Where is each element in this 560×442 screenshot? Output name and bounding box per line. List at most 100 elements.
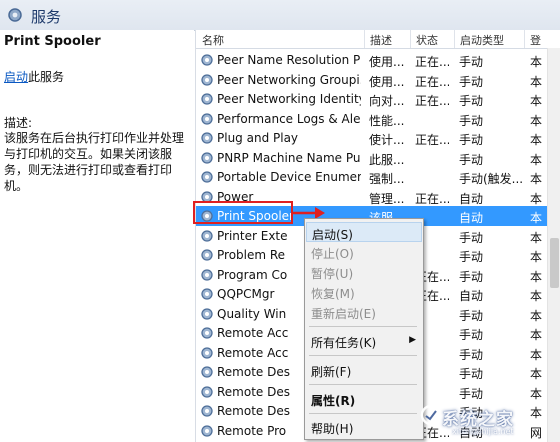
service-startup-type: 手动: [459, 367, 484, 381]
scroll-thumb[interactable]: [550, 238, 559, 288]
service-gear-icon: [201, 307, 213, 320]
service-logon: 本: [530, 289, 543, 303]
service-gear-icon: [201, 171, 213, 183]
service-logon: 本: [530, 250, 543, 264]
start-service-line: 启动此服务: [4, 68, 64, 85]
service-logon: 本: [530, 113, 543, 128]
column-header-startup-type[interactable]: 启动类型: [460, 32, 504, 48]
menu-item-stop[interactable]: 停止(O): [306, 242, 422, 262]
service-description: 向对...: [369, 94, 405, 108]
menu-separator: [309, 326, 417, 327]
menu-item-properties[interactable]: 属性(R): [306, 389, 422, 409]
service-logon: 本: [530, 152, 543, 167]
description-label: 描述:: [4, 116, 33, 130]
service-logon: 本: [530, 308, 543, 323]
service-startup-type: 手动: [459, 113, 484, 128]
service-gear-icon: [201, 54, 213, 66]
service-startup-type: 手动: [459, 55, 484, 69]
service-row[interactable]: Peer Name Resolution Pr... 使用... 正在... 手动 本: [196, 50, 548, 70]
service-status: 正在...: [415, 133, 449, 147]
menu-separator: [309, 355, 417, 356]
service-logon: 本: [530, 172, 543, 186]
column-header-status[interactable]: 状态: [416, 32, 438, 48]
service-gear-icon: [201, 288, 213, 300]
service-gear-icon: [201, 405, 213, 417]
service-startup-type: 手动: [459, 230, 484, 245]
service-gear-icon: [201, 346, 213, 359]
service-gear-icon: [201, 73, 213, 86]
submenu-arrow-icon: ▶: [409, 335, 416, 345]
service-description: 性能...: [369, 113, 405, 128]
service-logon: 本: [530, 328, 543, 342]
service-logon: 本: [530, 230, 543, 245]
service-description: 使用...: [369, 74, 405, 89]
menu-separator: [309, 384, 417, 385]
service-gear-icon: [201, 327, 213, 339]
service-row[interactable]: Plug and Play 使计... 正在... 手动 本: [196, 128, 548, 148]
menu-item-resume[interactable]: 恢复(M): [306, 282, 422, 302]
service-detail-pane: Print Spooler 启动此服务 描述: 该服务在后台执行打印作业并处理与…: [0, 30, 194, 442]
service-logon: 本: [530, 211, 543, 225]
service-row[interactable]: Peer Networking Groupi... 使用... 正在... 手动 本: [196, 70, 548, 90]
service-description: 强制...: [369, 172, 405, 186]
list-header: 名称 ^ 描述 状态 启动类型 登: [196, 30, 560, 49]
services-gear-icon: [8, 8, 22, 22]
service-gear-icon: [201, 249, 213, 261]
menu-item-refresh[interactable]: 刷新(F): [306, 360, 422, 380]
service-gear-icon: [201, 229, 213, 242]
service-gear-icon: [201, 151, 213, 164]
service-name: Plug and Play: [217, 131, 299, 145]
menu-item-all-tasks[interactable]: 所有任务(K) ▶: [306, 331, 422, 351]
context-menu: 启动(S) 停止(O) 暂停(U) 恢复(M) 重新启动(E) 所有任务(K) ▶…: [304, 218, 424, 440]
service-row[interactable]: Portable Device Enumera... 强制... 手动(触发... 本: [196, 167, 548, 187]
service-description: 使计...: [369, 133, 405, 147]
service-row[interactable]: Peer Networking Identity... 向对... 正在... 手动 本: [196, 89, 548, 109]
description-text: 该服务在后台执行打印作业并处理与打印机的交互。如果关闭该服务，则无法进行打印或查…: [4, 131, 185, 193]
service-logon: 本: [530, 94, 543, 108]
service-startup-type: 手动: [459, 328, 484, 342]
service-name: Portable Device Enumera...: [217, 170, 361, 184]
menu-separator: [309, 413, 417, 414]
start-service-suffix: 此服务: [28, 70, 65, 84]
menu-item-restart[interactable]: 重新启动(E): [306, 302, 422, 322]
service-gear-icon: [201, 385, 213, 398]
window-title-bar: 服务: [0, 0, 560, 31]
watermark-url: xitongzhijia.net: [452, 427, 514, 436]
service-startup-type: 手动: [459, 308, 484, 323]
column-header-name[interactable]: 名称: [202, 32, 224, 48]
service-logon: 本: [530, 367, 543, 381]
column-header-logon[interactable]: 登: [530, 32, 541, 48]
service-startup-type: 手动: [459, 152, 484, 167]
service-logon: 本: [530, 74, 543, 89]
service-name: PNRP Machine Name Pu...: [217, 150, 361, 165]
service-gear-icon: [201, 132, 213, 144]
service-startup-type: 手动: [459, 347, 484, 362]
service-status: 正在...: [415, 94, 449, 108]
service-startup-type: 手动: [459, 74, 484, 89]
watermark: 系统之家 xitongzhijia.net: [418, 396, 558, 440]
service-description: 此服...: [369, 152, 405, 167]
service-status: 正在...: [415, 191, 449, 206]
service-name: Peer Name Resolution Pr...: [217, 53, 361, 67]
service-startup-type: 手动: [459, 269, 484, 284]
menu-item-start[interactable]: 启动(S): [306, 222, 422, 242]
service-startup-type: 自动: [459, 211, 484, 225]
service-name: Peer Networking Groupi...: [217, 72, 361, 87]
vertical-scrollbar[interactable]: [547, 48, 560, 442]
start-service-link[interactable]: 启动: [4, 70, 28, 84]
service-status: 正在...: [415, 55, 449, 69]
watermark-logo-icon: [420, 404, 442, 426]
service-row[interactable]: PNRP Machine Name Pu... 此服... 手动 本: [196, 148, 548, 168]
service-logon: 本: [530, 347, 543, 362]
service-logon: 本: [530, 133, 543, 147]
column-header-desc[interactable]: 描述: [370, 32, 392, 48]
service-startup-type: 手动(触发...: [459, 172, 524, 186]
service-name: Peer Networking Identity...: [217, 92, 361, 106]
service-gear-icon: [201, 424, 213, 437]
menu-item-help[interactable]: 帮助(H): [306, 417, 422, 437]
menu-item-pause[interactable]: 暂停(U): [306, 262, 422, 282]
highlight-box: [193, 201, 293, 224]
service-startup-type: 手动: [459, 94, 484, 108]
service-row[interactable]: Performance Logs & Aler... 性能... 手动 本: [196, 109, 548, 129]
service-description: 管理...: [369, 191, 405, 206]
